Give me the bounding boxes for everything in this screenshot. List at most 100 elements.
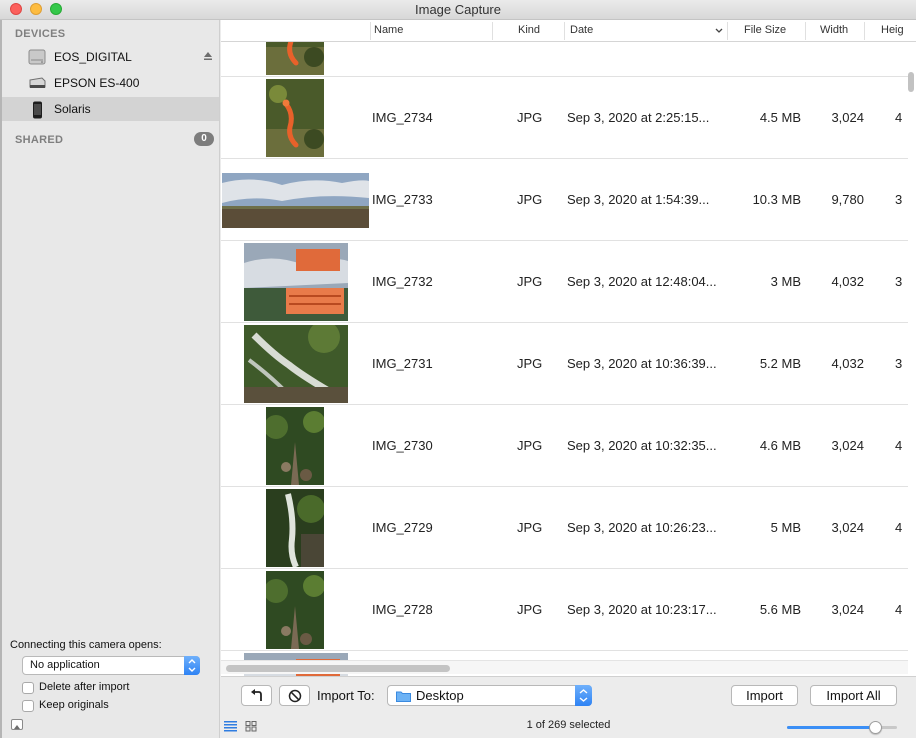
drive-icon: [28, 49, 46, 65]
cell-name: IMG_2731: [372, 356, 433, 371]
column-header-name[interactable]: Name: [374, 24, 403, 36]
thumbnail-size-slider[interactable]: [787, 721, 897, 734]
cell-date: Sep 3, 2020 at 10:36:39...: [567, 356, 717, 371]
cell-name: IMG_2734: [372, 110, 433, 125]
cell-file-size: 3 MB: [770, 274, 801, 289]
cell-height: 3: [895, 356, 903, 371]
file-list: IMG_2734 JPG Sep 3, 2020 at 2:25:15... 4.5 …: [221, 42, 908, 680]
photo-thumbnail: [266, 42, 324, 75]
rotate-left-icon: [250, 689, 262, 701]
cell-file-size: 4.5 MB: [759, 110, 801, 125]
photo-thumbnail: [244, 243, 348, 321]
import-button[interactable]: Import: [731, 685, 798, 706]
cell-height: 4: [895, 438, 903, 453]
cell-width: 4,032: [831, 274, 864, 289]
photo-thumbnail: [244, 321, 348, 403]
cell-height: 4: [895, 520, 903, 535]
cell-width: 3,024: [831, 520, 864, 535]
cell-file-size: 5 MB: [770, 520, 801, 535]
cell-date: Sep 3, 2020 at 1:54:39...: [567, 192, 710, 207]
cell-kind: JPG: [517, 602, 543, 617]
cell-name: IMG_2733: [372, 192, 433, 207]
table-row[interactable]: IMG_2728 JPG Sep 3, 2020 at 10:23:17... 5.6…: [221, 569, 908, 651]
connecting-app-popup[interactable]: No application: [22, 656, 200, 675]
sidebar-toggle-icon[interactable]: [11, 719, 23, 730]
cell-date: Sep 3, 2020 at 12:48:04...: [567, 274, 717, 289]
scanner-icon: [29, 77, 46, 88]
cell-file-size: 4.6 MB: [759, 438, 801, 453]
connecting-app-value: No application: [30, 659, 100, 671]
cell-width: 3,024: [831, 110, 864, 125]
photo-thumbnail: [266, 489, 325, 569]
cell-date: Sep 3, 2020 at 10:32:35...: [567, 438, 717, 453]
popup-stepper-icon: [575, 685, 592, 706]
photo-thumbnail: [264, 571, 325, 649]
shared-header: SHARED: [15, 134, 64, 146]
cell-height: 4: [895, 602, 903, 617]
cell-file-size: 10.3 MB: [752, 192, 801, 207]
photo-thumbnail: [264, 407, 325, 485]
import-all-button[interactable]: Import All: [810, 685, 897, 706]
import-destination-value: Desktop: [416, 688, 464, 703]
devices-header: DEVICES: [15, 28, 66, 40]
selection-status: 1 of 269 selected: [526, 719, 611, 731]
slider-fill: [787, 726, 875, 729]
cell-name: IMG_2728: [372, 602, 433, 617]
column-header-kind[interactable]: Kind: [518, 24, 540, 36]
horizontal-scrollbar[interactable]: [221, 660, 908, 674]
sidebar: DEVICES EOS_DIGITAL EPSON ES-400 Solaris…: [0, 20, 220, 738]
table-row[interactable]: IMG_2731 JPG Sep 3, 2020 at 10:36:39... 5.2…: [221, 321, 908, 405]
cell-name: IMG_2729: [372, 520, 433, 535]
keep-originals-checkbox[interactable]: [22, 700, 34, 712]
cell-date: Sep 3, 2020 at 10:26:23...: [567, 520, 717, 535]
popup-stepper-icon: [184, 656, 200, 675]
cell-kind: JPG: [517, 356, 543, 371]
photo-thumbnail: [266, 79, 324, 157]
delete-after-import-checkbox[interactable]: [22, 682, 34, 694]
slider-knob[interactable]: [869, 721, 882, 734]
table-row[interactable]: IMG_2733 JPG Sep 3, 2020 at 1:54:39... 10.3…: [221, 159, 908, 241]
table-header: Name Kind Date File Size Width Heig: [221, 20, 916, 42]
table-row[interactable]: [221, 42, 908, 77]
cell-file-size: 5.6 MB: [759, 602, 801, 617]
device-item-eos-digital[interactable]: EOS_DIGITAL: [2, 45, 219, 69]
delete-button[interactable]: [279, 685, 310, 706]
column-header-file-size[interactable]: File Size: [744, 24, 786, 36]
import-to-label: Import To:: [317, 688, 375, 703]
table-row[interactable]: IMG_2730 JPG Sep 3, 2020 at 10:32:35... 4.6…: [221, 405, 908, 487]
rotate-left-button[interactable]: [241, 685, 272, 706]
cell-kind: JPG: [517, 438, 543, 453]
table-row[interactable]: IMG_2732 JPG Sep 3, 2020 at 12:48:04... 3 M…: [221, 241, 908, 323]
column-header-height[interactable]: Heig: [881, 24, 904, 36]
device-label: EOS_DIGITAL: [54, 50, 132, 64]
column-header-date[interactable]: Date: [570, 24, 593, 36]
cell-kind: JPG: [517, 192, 543, 207]
window-title: Image Capture: [415, 2, 501, 17]
cell-date: Sep 3, 2020 at 10:23:17...: [567, 602, 717, 617]
device-label: Solaris: [54, 102, 91, 116]
vertical-scrollbar[interactable]: [908, 72, 914, 92]
cell-width: 9,780: [831, 192, 864, 207]
delete-after-import-label: Delete after import: [39, 681, 130, 693]
cell-height: 4: [895, 110, 903, 125]
cell-kind: JPG: [517, 274, 543, 289]
device-item-solaris[interactable]: Solaris: [2, 97, 219, 121]
eject-icon[interactable]: [203, 51, 213, 61]
table-row[interactable]: IMG_2734 JPG Sep 3, 2020 at 2:25:15... 4.5 …: [221, 77, 908, 159]
phone-icon: [33, 101, 42, 119]
table-row[interactable]: IMG_2729 JPG Sep 3, 2020 at 10:26:23... 5 M…: [221, 487, 908, 569]
sort-chevron-down-icon: [715, 28, 723, 33]
import-destination-popup[interactable]: Desktop: [387, 685, 592, 706]
cell-file-size: 5.2 MB: [759, 356, 801, 371]
bottom-toolbar: Import To: Desktop Import Import All 1 o…: [221, 676, 916, 738]
cell-name: IMG_2730: [372, 438, 433, 453]
cell-height: 3: [895, 274, 903, 289]
column-header-width[interactable]: Width: [820, 24, 848, 36]
cell-date: Sep 3, 2020 at 2:25:15...: [567, 110, 710, 125]
device-item-epson-es-400[interactable]: EPSON ES-400: [2, 71, 219, 95]
connecting-camera-label: Connecting this camera opens:: [10, 639, 162, 651]
horizontal-scroll-thumb[interactable]: [226, 665, 450, 672]
cell-height: 3: [895, 192, 903, 207]
delete-icon: [288, 689, 301, 703]
folder-icon: [396, 691, 411, 702]
